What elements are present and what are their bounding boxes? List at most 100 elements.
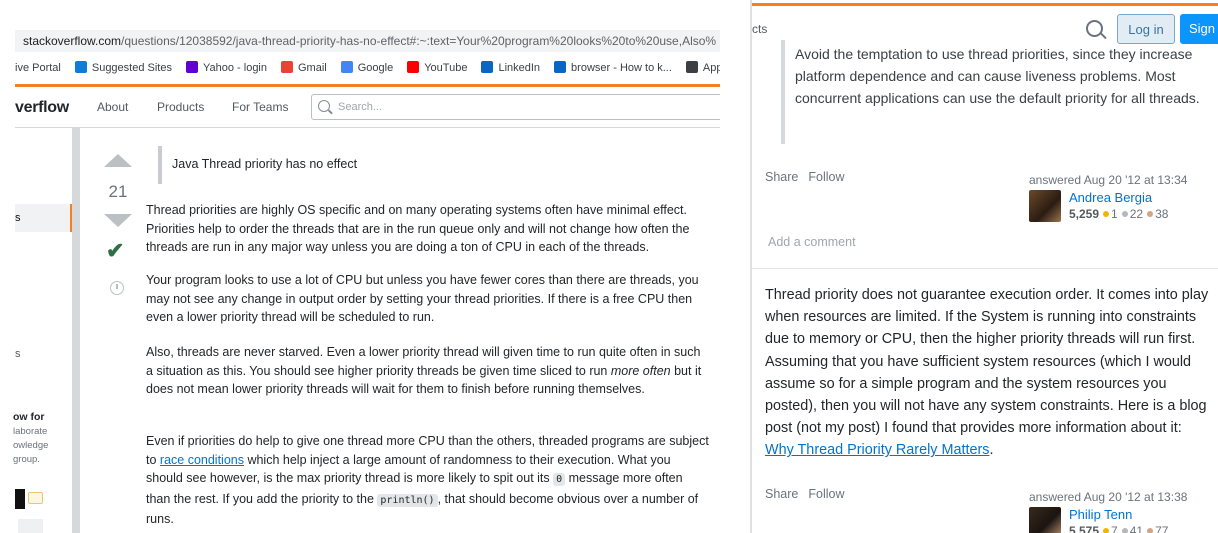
- accepted-checkmark-icon: ✔: [106, 238, 125, 263]
- sidebar-item-label: s: [15, 212, 21, 224]
- text-span: .: [989, 442, 994, 459]
- blockquote-bar: [781, 40, 785, 144]
- answered-time: answered Aug 20 '12 at 13:34: [1029, 173, 1188, 187]
- gmail-icon: [281, 61, 293, 73]
- follow-link[interactable]: Follow: [808, 487, 844, 501]
- bronze-badge-icon: [1147, 528, 1154, 533]
- avatar[interactable]: [1029, 507, 1061, 533]
- nav-products[interactable]: Products: [157, 100, 204, 114]
- search-placeholder: Search...: [338, 101, 383, 113]
- nav-products-fragment[interactable]: cts: [752, 22, 767, 36]
- silver-badge-icon: [1121, 528, 1128, 533]
- bookmark-item[interactable]: Gmail: [281, 56, 327, 80]
- bookmark-label: LinkedIn: [498, 62, 541, 74]
- chat-icon[interactable]: [28, 492, 43, 504]
- blockquote-bar: [158, 146, 162, 184]
- nav-about[interactable]: About: [97, 100, 128, 114]
- share-link[interactable]: Share: [765, 170, 798, 184]
- sidebar-dark-block: [15, 489, 25, 509]
- sidebar-item-active[interactable]: [15, 204, 73, 232]
- bookmark-item[interactable]: App: [685, 56, 720, 80]
- yahoo-mail-icon: [185, 61, 198, 73]
- answer-separator: [752, 268, 1218, 269]
- bookmark-item[interactable]: Yahoo - login: [185, 56, 267, 80]
- linkedin-icon: [481, 61, 494, 73]
- search-icon[interactable]: [1086, 20, 1103, 37]
- rep-score: 5,575: [1069, 524, 1100, 533]
- bronze-badge-icon: [1147, 211, 1154, 218]
- reputation: 5,575 7 41 77: [1069, 524, 1168, 533]
- bookmark-item[interactable]: Google: [340, 56, 394, 80]
- post-menu: Share Follow: [765, 487, 854, 501]
- answer-paragraph-1: Thread priorities are highly OS specific…: [146, 203, 690, 254]
- bronze-count: 77: [1155, 524, 1169, 533]
- collective-line: laborate: [13, 426, 48, 437]
- collective-promo: ow for laborate owledge group.: [13, 410, 71, 467]
- collective-line: owledge: [13, 440, 49, 451]
- answer-paragraph-4: Even if priorities do help to give one t…: [146, 432, 710, 529]
- history-icon[interactable]: [110, 281, 124, 295]
- reputation: 5,259 1 22 38: [1069, 207, 1168, 221]
- answered-time: answered Aug 20 '12 at 13:38: [1029, 490, 1188, 504]
- bookmarks-bar: ive Portal Suggested Sites Yahoo - login Gm…: [15, 56, 720, 80]
- bronze-count: 38: [1155, 207, 1169, 221]
- answer-body: Thread priority does not guarantee execu…: [765, 284, 1213, 462]
- url-path: /questions/12038592/java-thread-priority…: [121, 34, 717, 48]
- bookmark-item[interactable]: browser - How to k...: [554, 56, 672, 80]
- collective-line: group.: [13, 454, 40, 465]
- gold-badge-icon: [1103, 528, 1110, 533]
- share-link[interactable]: Share: [765, 487, 798, 501]
- site-logo[interactable]: verflow: [15, 99, 69, 117]
- bookmark-label: browser - How to k...: [571, 62, 672, 74]
- follow-link[interactable]: Follow: [808, 170, 844, 184]
- bing-icon: [74, 61, 87, 73]
- bookmark-label: Suggested Sites: [91, 62, 172, 74]
- inline-code: 0: [553, 473, 566, 486]
- post-menu: Share Follow: [765, 170, 854, 184]
- avatar[interactable]: [1029, 190, 1061, 222]
- blog-post-link[interactable]: Why Thread Priority Rarely Matters: [765, 442, 989, 458]
- user-card: answered Aug 20 '12 at 13:38 Philip Tenn…: [1029, 490, 1188, 533]
- emphasis: more often: [610, 363, 671, 378]
- upvote-arrow-icon[interactable]: [104, 154, 132, 167]
- quoted-title: Java Thread priority has no effect: [172, 157, 358, 171]
- vote-count: 21: [108, 182, 128, 201]
- answer-paragraph-3: Also, threads are never starved. Even a …: [146, 343, 710, 399]
- address-bar[interactable]: stackoverflow.com/questions/12038592/jav…: [15, 30, 720, 52]
- right-browser-window: cts Log in Sign Avoid the temptation to …: [752, 0, 1218, 533]
- answer-paragraph-2: Your program looks to use a lot of CPU b…: [146, 273, 699, 324]
- bookmark-item[interactable]: YouTube: [407, 56, 467, 80]
- text-span: Thread priority does not guarantee execu…: [765, 287, 1209, 437]
- nav-for-teams[interactable]: For Teams: [232, 100, 288, 114]
- left-browser-window: stackoverflow.com/questions/12038592/jav…: [0, 0, 720, 533]
- login-button[interactable]: Log in: [1117, 14, 1175, 44]
- bookmark-item[interactable]: Suggested Sites: [74, 56, 172, 80]
- user-name[interactable]: Philip Tenn: [1069, 507, 1132, 522]
- gold-count: 7: [1111, 524, 1118, 533]
- window-gap: [720, 0, 752, 533]
- so-topbar: verflow About Products For Teams Search.…: [15, 87, 720, 128]
- race-conditions-link[interactable]: race conditions: [160, 453, 244, 467]
- youtube-icon: [407, 61, 420, 73]
- url-domain: stackoverflow.com: [23, 34, 122, 48]
- collective-title: ow for: [13, 411, 45, 423]
- globe-icon: [685, 61, 698, 73]
- bookmark-label: Google: [357, 62, 394, 74]
- sidebar-item-label-2[interactable]: s: [15, 348, 21, 360]
- bookmark-item[interactable]: ive Portal: [15, 56, 61, 80]
- gold-count: 1: [1111, 207, 1118, 221]
- sidebar-divider: [72, 128, 80, 533]
- google-icon: [340, 61, 353, 73]
- silver-count: 22: [1129, 207, 1144, 221]
- rep-score: 5,259: [1069, 207, 1100, 221]
- search-input[interactable]: Search...: [311, 94, 720, 120]
- search-icon: [318, 100, 330, 112]
- inline-code: println(): [377, 493, 438, 507]
- signup-button[interactable]: Sign: [1180, 14, 1218, 44]
- user-name[interactable]: Andrea Bergia: [1069, 190, 1152, 205]
- add-comment-link[interactable]: Add a comment: [768, 235, 856, 249]
- blockquote-text: Avoid the temptation to use thread prior…: [795, 46, 1200, 106]
- downvote-arrow-icon[interactable]: [104, 214, 132, 227]
- bookmark-item[interactable]: LinkedIn: [481, 56, 540, 80]
- gold-badge-icon: [1103, 211, 1110, 218]
